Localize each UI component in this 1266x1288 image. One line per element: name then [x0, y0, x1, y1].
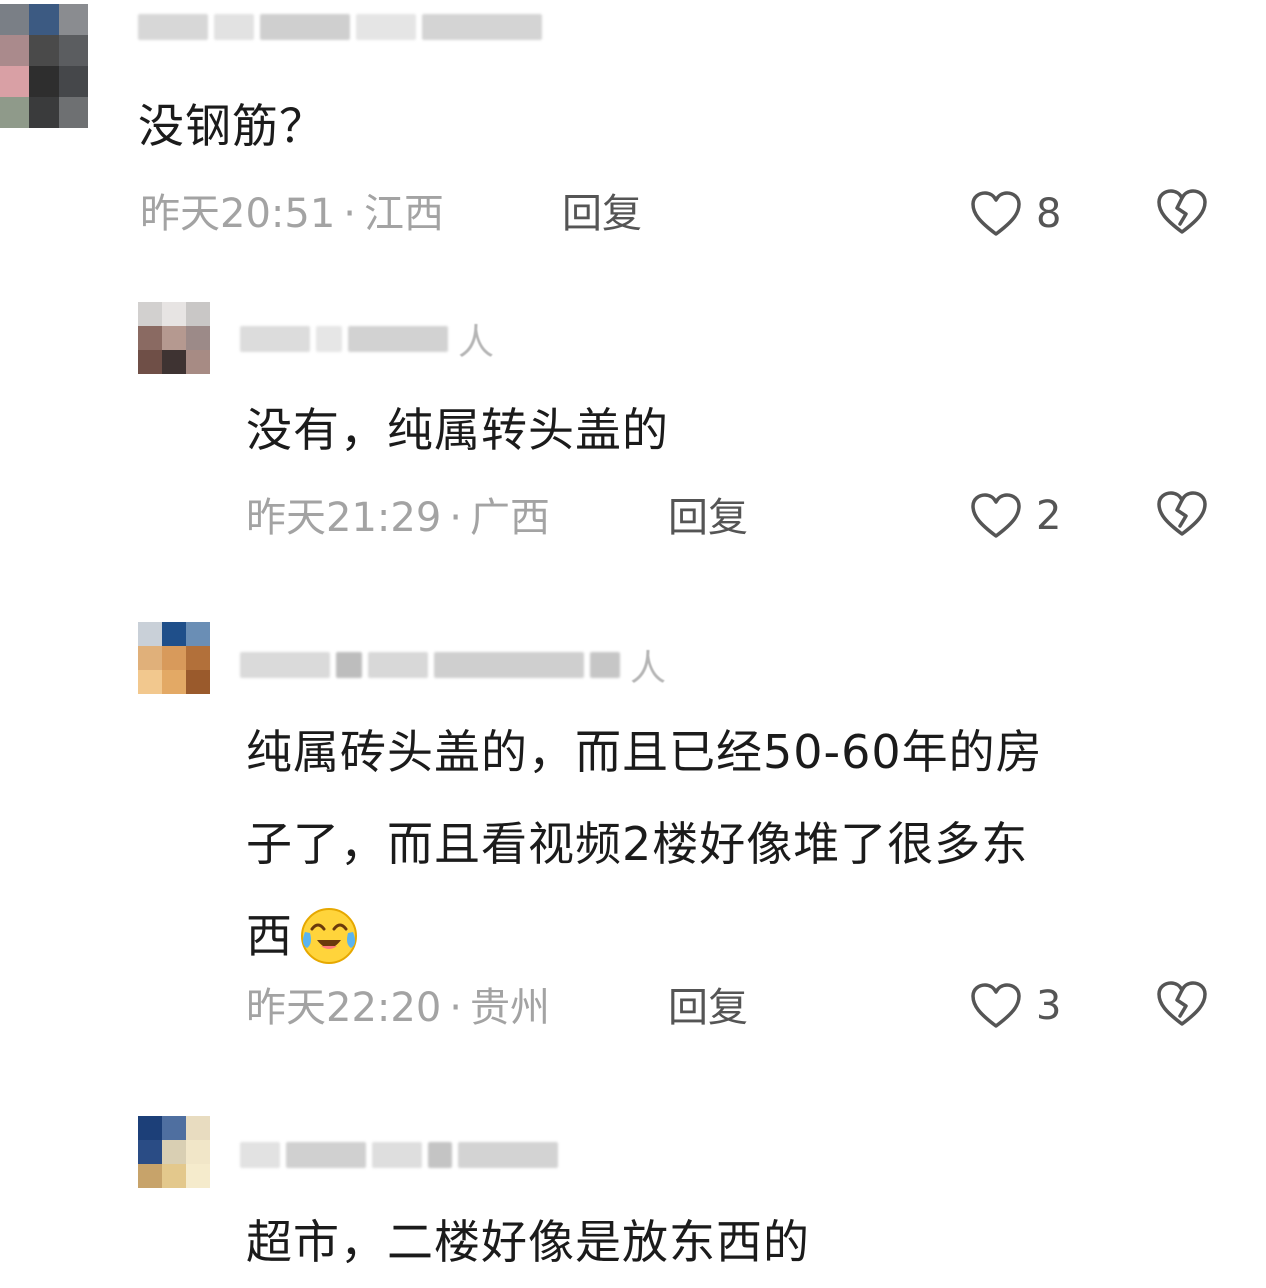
- separator: ·: [449, 985, 462, 1031]
- timestamp: 昨天22:20: [246, 985, 442, 1031]
- like-count: 8: [1036, 191, 1062, 237]
- comment-line-with-emoji: 西: [246, 890, 1043, 982]
- dislike-button[interactable]: [1156, 490, 1208, 542]
- like-button[interactable]: 3: [970, 976, 1061, 1036]
- separator: ·: [343, 191, 356, 237]
- comment-line: 没钢筋？: [138, 99, 326, 153]
- comment-line: 子了，而且看视频2楼好像堆了很多东: [246, 817, 1029, 871]
- like-button[interactable]: 2: [970, 486, 1061, 546]
- avatar[interactable]: [138, 622, 210, 694]
- like-count: 2: [1036, 493, 1062, 539]
- avatar[interactable]: [138, 1116, 210, 1188]
- reply-button[interactable]: 回复: [562, 184, 642, 244]
- timestamp: 昨天20:51: [140, 191, 336, 237]
- crying-laughing-emoji: [297, 902, 361, 966]
- comment-text: 没有，纯属转头盖的: [246, 384, 669, 476]
- comment-text: 纯属砖头盖的，而且已经50-60年的房 子了，而且看视频2楼好像堆了很多东 西: [246, 706, 1043, 982]
- avatar[interactable]: [138, 302, 210, 374]
- like-count: 3: [1036, 983, 1062, 1029]
- reply-button[interactable]: 回复: [668, 488, 748, 548]
- username-tail: 人: [630, 648, 667, 689]
- heart-outline-icon: [970, 190, 1022, 238]
- broken-heart-icon: [1156, 490, 1208, 538]
- comment-line: 超市，二楼好像是放东西的: [246, 1215, 810, 1269]
- username-blurred[interactable]: 人: [240, 322, 494, 363]
- comment-meta: 昨天22:20 · 贵州: [246, 978, 550, 1038]
- separator: ·: [449, 495, 462, 541]
- like-button[interactable]: 8: [970, 184, 1061, 244]
- comment-text: 没钢筋？: [138, 80, 326, 172]
- heart-outline-icon: [970, 982, 1022, 1030]
- avatar[interactable]: [0, 4, 88, 128]
- dislike-button[interactable]: [1156, 980, 1208, 1032]
- reply-button[interactable]: 回复: [668, 978, 748, 1038]
- username-blurred[interactable]: 人: [240, 648, 666, 689]
- comment-meta: 昨天20:51 · 江西: [140, 184, 444, 244]
- broken-heart-icon: [1156, 188, 1208, 236]
- heart-outline-icon: [970, 492, 1022, 540]
- comment-line: 纯属砖头盖的，而且已经50-60年的房: [246, 725, 1043, 779]
- location: 贵州: [470, 985, 550, 1031]
- comment-text: 超市，二楼好像是放东西的: [246, 1196, 810, 1288]
- dislike-button[interactable]: [1156, 188, 1208, 240]
- timestamp: 昨天21:29: [246, 495, 442, 541]
- comment-line: 西: [246, 909, 293, 963]
- username-blurred[interactable]: [240, 1138, 558, 1172]
- username-tail: 人: [458, 322, 495, 363]
- location: 江西: [364, 191, 444, 237]
- broken-heart-icon: [1156, 980, 1208, 1028]
- username-blurred[interactable]: [138, 10, 542, 44]
- location: 广西: [470, 495, 550, 541]
- comment-line: 没有，纯属转头盖的: [246, 403, 669, 457]
- comment-meta: 昨天21:29 · 广西: [246, 488, 550, 548]
